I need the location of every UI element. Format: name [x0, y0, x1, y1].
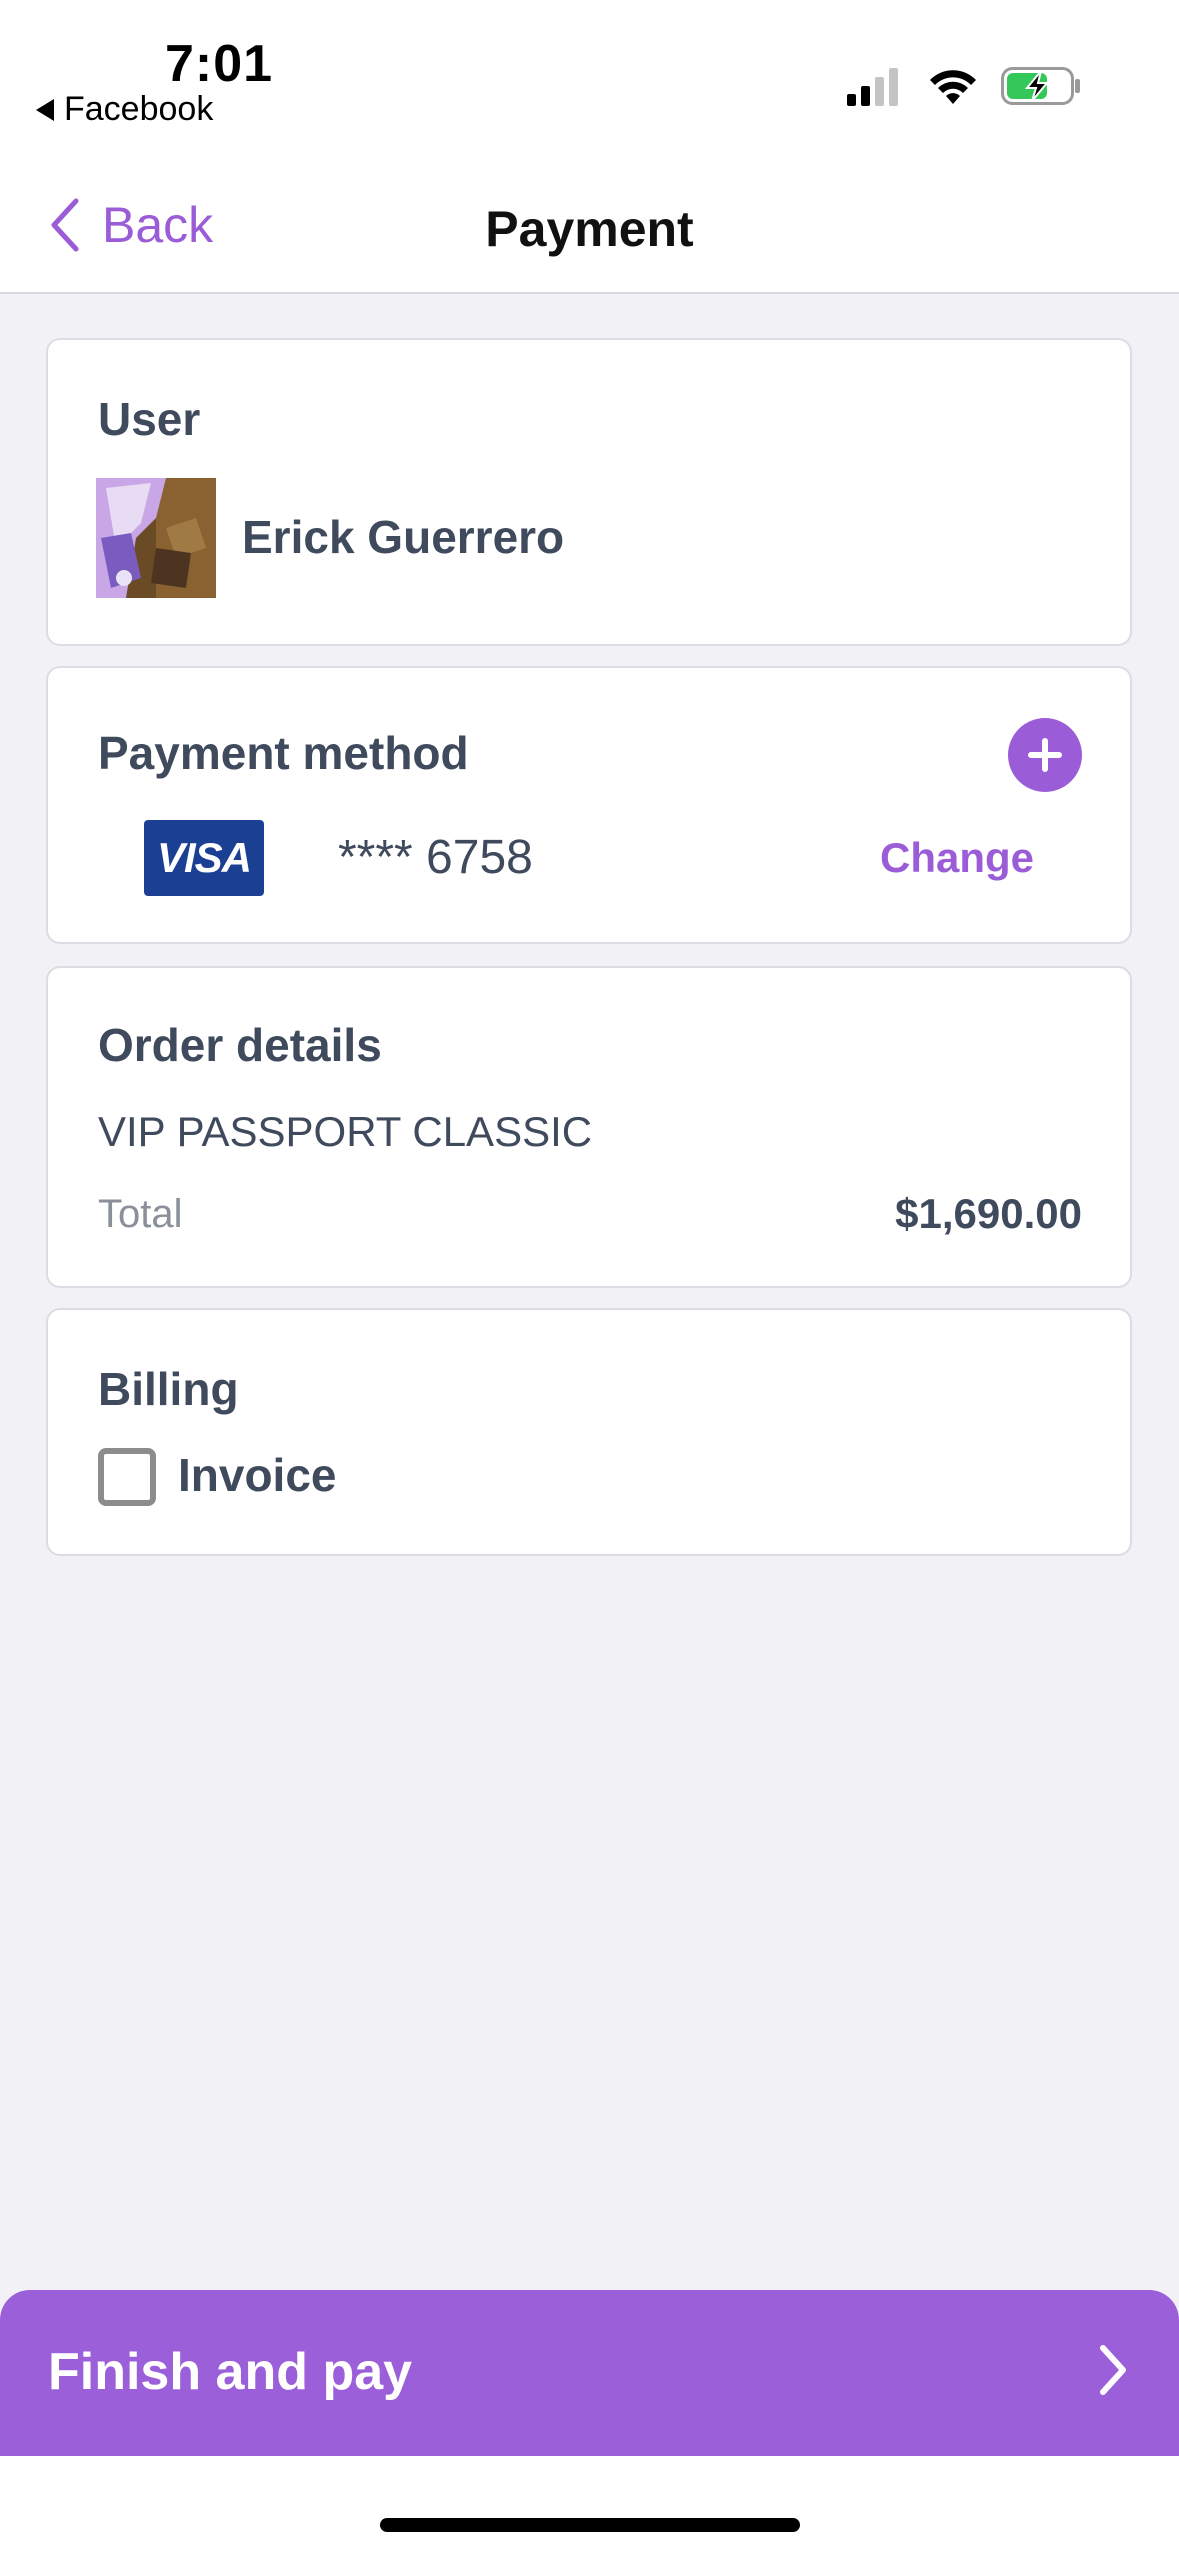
total-label: Total	[98, 1192, 183, 1236]
masked-card-number: **** 6758	[338, 831, 533, 884]
invoice-label[interactable]: Invoice	[178, 1448, 337, 1502]
avatar	[96, 478, 216, 598]
return-to-app-link[interactable]: Facebook	[36, 90, 213, 129]
finish-and-pay-label: Finish and pay	[48, 2343, 413, 2401]
user-heading: User	[98, 393, 201, 445]
total-amount: $1,690.00	[895, 1190, 1082, 1237]
billing-card: Billing Invoice	[46, 1308, 1132, 1556]
add-payment-method-button[interactable]	[1008, 718, 1082, 792]
visa-logo: VISA	[144, 820, 264, 896]
status-time: 7:01	[165, 35, 274, 93]
payment-method-card: Payment method VISA **** 6758 Change	[46, 666, 1132, 944]
payment-method-heading: Payment method	[98, 727, 469, 779]
cellular-signal-icon	[847, 68, 898, 106]
billing-heading: Billing	[98, 1363, 239, 1415]
user-card: User Erick Guerrero	[46, 338, 1132, 646]
status-bar: 7:01 Facebook	[0, 0, 1179, 160]
plus-icon	[1028, 738, 1062, 772]
invoice-checkbox[interactable]	[98, 1448, 156, 1506]
finish-and-pay-button[interactable]: Finish and pay	[0, 2290, 1179, 2456]
back-triangle-icon	[36, 98, 54, 121]
home-indicator-area	[0, 2456, 1179, 2556]
battery-charging-icon	[1001, 67, 1080, 105]
change-payment-link[interactable]: Change	[880, 834, 1034, 882]
page-title: Payment	[485, 201, 694, 257]
return-app-label: Facebook	[64, 90, 214, 128]
wifi-icon	[930, 70, 976, 104]
user-name: Erick Guerrero	[242, 511, 565, 563]
navigation-bar: Back Payment	[0, 160, 1179, 294]
status-indicators	[847, 66, 1083, 106]
order-details-card: Order details VIP PASSPORT CLASSIC Total…	[46, 966, 1132, 1288]
chevron-right-icon	[1100, 2345, 1126, 2395]
home-indicator[interactable]	[380, 2518, 800, 2532]
product-name: VIP PASSPORT CLASSIC	[98, 1108, 593, 1155]
order-details-heading: Order details	[98, 1019, 382, 1071]
